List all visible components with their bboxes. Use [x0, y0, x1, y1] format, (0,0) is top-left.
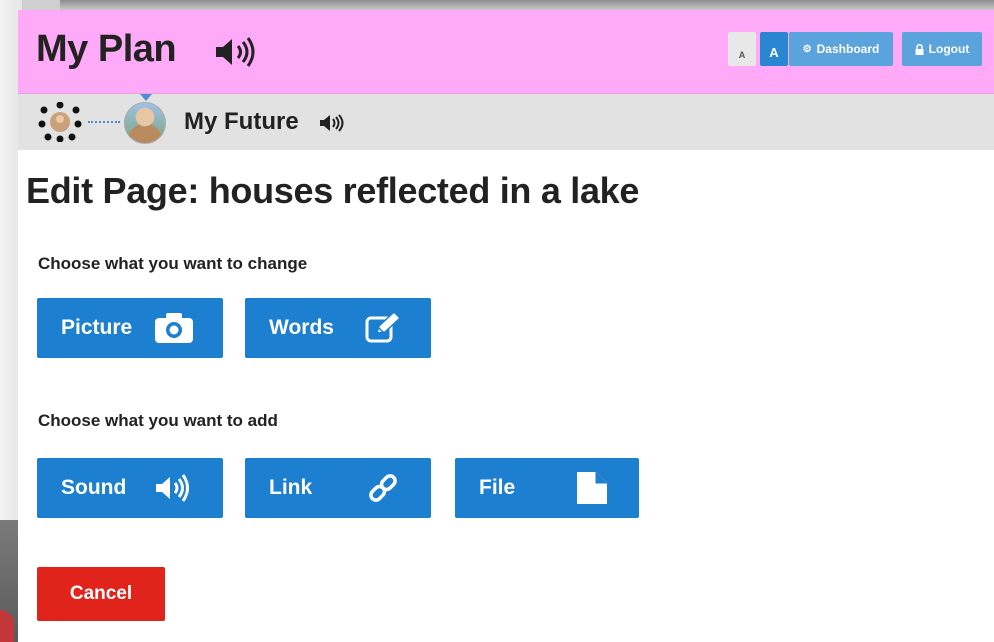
font-size-small-button[interactable]: A — [760, 32, 788, 66]
speaker-icon[interactable] — [318, 113, 346, 133]
words-button-label: Words — [269, 316, 334, 339]
picture-button[interactable]: Picture — [37, 298, 223, 358]
lock-icon — [915, 43, 924, 55]
breadcrumb-connector — [88, 121, 120, 123]
camera-icon — [155, 313, 193, 343]
words-button[interactable]: Words — [245, 298, 431, 358]
avatar[interactable] — [124, 102, 166, 144]
picture-button-label: Picture — [61, 316, 133, 339]
cancel-button[interactable]: Cancel — [37, 567, 165, 621]
edit-icon — [365, 313, 401, 343]
sound-button-label: Sound — [61, 476, 127, 499]
font-size-xs-button[interactable]: A — [728, 32, 756, 66]
current-page-pointer — [140, 94, 152, 101]
file-button-label: File — [479, 476, 516, 499]
logout-button[interactable]: Logout — [902, 32, 982, 66]
app-header: My Plan A A A aA ⚙ Dashboard Logout — [18, 10, 994, 94]
link-button-label: Link — [269, 476, 313, 499]
speaker-icon[interactable] — [213, 36, 257, 68]
plan-hub-icon[interactable] — [38, 102, 82, 142]
change-section-label: Choose what you want to change — [38, 254, 308, 273]
speaker-icon — [156, 474, 189, 502]
sound-button[interactable]: Sound — [37, 458, 223, 518]
link-icon — [369, 474, 397, 502]
breadcrumb: My Future — [18, 94, 994, 150]
file-icon — [577, 472, 607, 504]
file-button[interactable]: File — [455, 458, 639, 518]
dashboard-button[interactable]: ⚙ Dashboard — [789, 32, 893, 66]
breadcrumb-current-label: My Future — [184, 108, 299, 135]
add-section-label: Choose what you want to add — [38, 411, 278, 430]
link-button[interactable]: Link — [245, 458, 431, 518]
logout-label: Logout — [928, 42, 970, 56]
app-title: My Plan — [36, 28, 177, 70]
gears-icon: ⚙ — [802, 43, 812, 55]
app-window: My Plan A A A aA ⚙ Dashboard Logout — [18, 10, 994, 642]
page-title: Edit Page: houses reflected in a lake — [26, 170, 640, 211]
dashboard-label: Dashboard — [816, 42, 880, 56]
